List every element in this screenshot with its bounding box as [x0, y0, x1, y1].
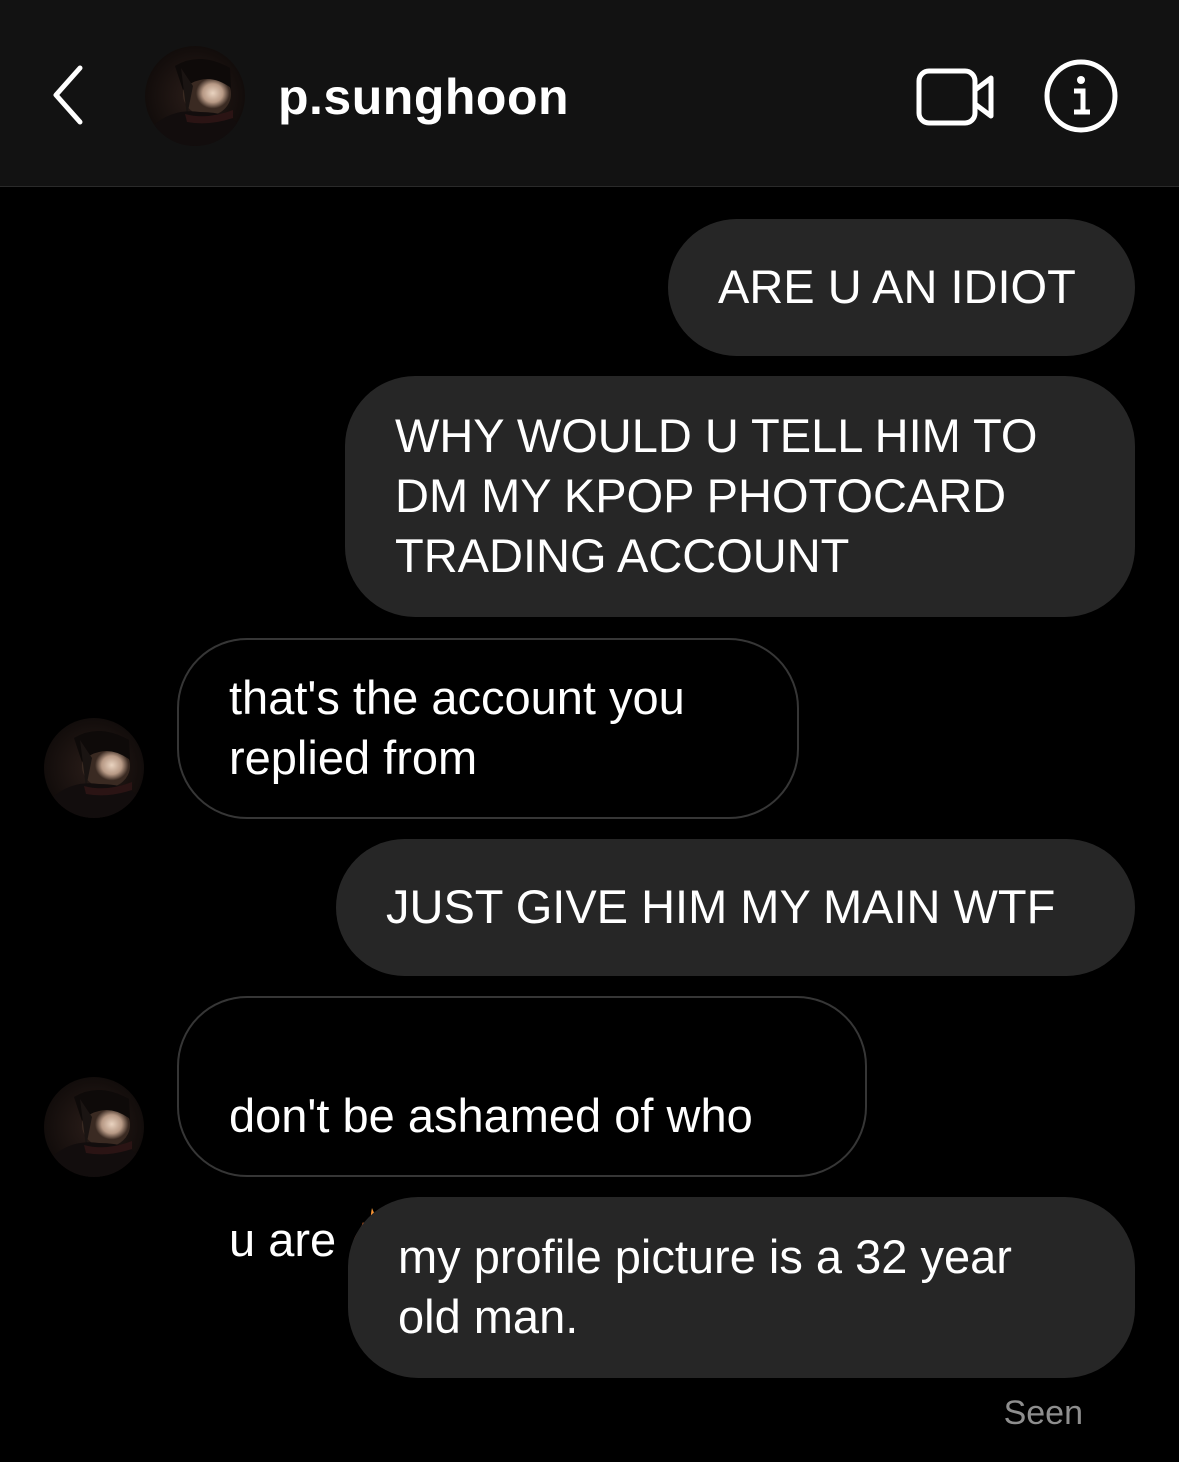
conversation-header: p.sunghoon [0, 0, 1179, 187]
message-text: JUST GIVE HIM MY MAIN WTF [386, 880, 1056, 933]
seen-status: Seen [1003, 1394, 1083, 1432]
outgoing-message[interactable]: ARE U AN IDIOT [668, 219, 1135, 356]
avatar-image [44, 1077, 144, 1177]
outgoing-message[interactable]: my profile picture is a 32 year old man. [348, 1197, 1135, 1378]
incoming-message[interactable]: don't be ashamed of who u are [177, 996, 867, 1266]
outgoing-message[interactable]: JUST GIVE HIM MY MAIN WTF [336, 839, 1135, 976]
message-text: ARE U AN IDIOT [718, 260, 1076, 313]
video-call-icon [916, 68, 994, 126]
back-button[interactable] [46, 62, 92, 128]
info-icon [1044, 59, 1118, 133]
info-button[interactable] [1043, 58, 1119, 134]
message-text: that's the account you replied from [229, 671, 685, 784]
message-text: my profile picture is a 32 year old man. [398, 1230, 1012, 1343]
video-call-button[interactable] [915, 66, 997, 128]
sender-avatar[interactable] [44, 1077, 144, 1177]
message-text: WHY WOULD U TELL HIM TO DM MY KPOP PHOTO… [395, 409, 1038, 582]
incoming-message[interactable]: that's the account you replied from [177, 638, 799, 819]
avatar-image [44, 718, 144, 818]
header-avatar[interactable] [145, 46, 245, 146]
avatar-image [145, 46, 245, 146]
outgoing-message[interactable]: WHY WOULD U TELL HIM TO DM MY KPOP PHOTO… [345, 376, 1135, 617]
chevron-left-icon [53, 65, 83, 125]
sender-avatar[interactable] [44, 718, 144, 818]
conversation-username[interactable]: p.sunghoon [278, 66, 569, 128]
